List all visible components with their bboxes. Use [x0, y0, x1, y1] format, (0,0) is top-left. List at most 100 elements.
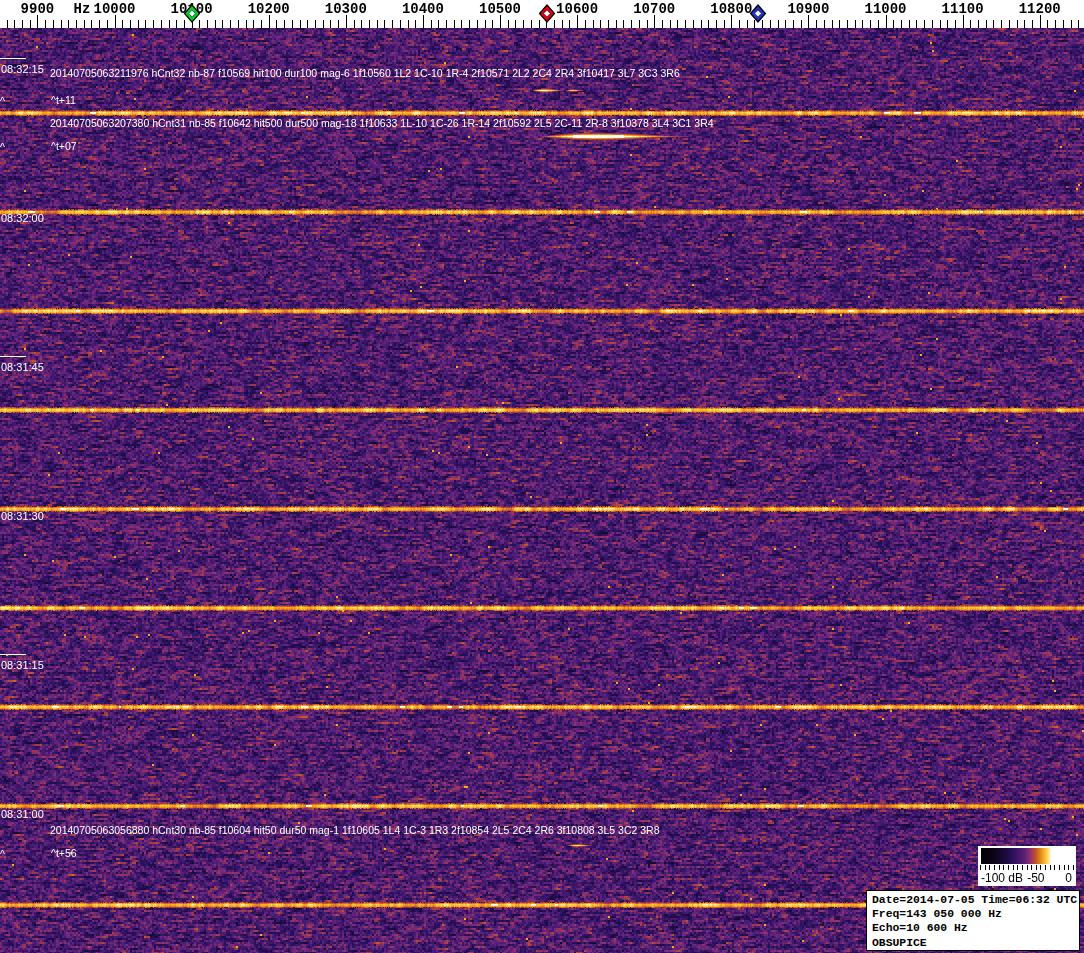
ruler-tick: [639, 20, 640, 28]
spectrogram-canvas[interactable]: [0, 28, 1084, 953]
ruler-tick: [276, 20, 277, 28]
ruler-tick: [993, 20, 994, 28]
ruler-tick: [739, 20, 740, 28]
ruler-tick: [778, 20, 779, 28]
ruler-tick: [677, 20, 678, 28]
ruler-tick: [631, 20, 632, 28]
ruler-tick: [261, 20, 262, 28]
ruler-tick: [839, 20, 840, 28]
frequency-label: 10600: [556, 1, 598, 17]
ruler-tick: [392, 20, 393, 28]
ruler-tick: [323, 20, 324, 28]
ruler-tick: [107, 20, 108, 28]
ruler-tick: [608, 20, 609, 28]
ruler-tick: [246, 20, 247, 28]
info-echo: Echo=10 600 Hz: [872, 921, 1079, 935]
frequency-label: 10500: [479, 1, 521, 17]
ruler-tick: [947, 20, 948, 28]
ruler-tick: [161, 20, 162, 28]
ruler-tick: [76, 20, 77, 28]
ruler-tick: [855, 20, 856, 28]
frequency-label: 10200: [248, 1, 290, 17]
ruler-tick: [284, 20, 285, 28]
frequency-label: 10400: [402, 1, 444, 17]
ruler-tick: [924, 20, 925, 28]
ruler-tick: [670, 20, 671, 28]
ruler-tick: [1055, 20, 1056, 28]
ruler-tick: [1001, 20, 1002, 28]
ruler-tick: [747, 20, 748, 28]
ruler-tick: [130, 20, 131, 28]
ruler-tick: [770, 20, 771, 28]
ruler-tick: [647, 20, 648, 28]
ruler-tick: [901, 20, 902, 28]
frequency-label: 10000: [93, 1, 135, 17]
ruler-tick: [477, 20, 478, 28]
green-marker-diamond-icon[interactable]: [183, 4, 200, 27]
db-label-mid: -50: [1027, 871, 1044, 885]
ruler-tick: [461, 20, 462, 28]
ruler-tick: [716, 20, 717, 28]
ruler-tick: [292, 20, 293, 28]
frequency-label: 10800: [710, 1, 752, 17]
ruler-tick: [1071, 20, 1072, 28]
ruler-tick: [454, 20, 455, 28]
ruler-tick: [415, 20, 416, 28]
ruler-tick: [30, 20, 31, 28]
frequency-ruler[interactable]: 9900100001010010200103001040010500106001…: [0, 0, 1084, 28]
ruler-tick: [870, 20, 871, 28]
ruler-tick: [400, 20, 401, 28]
db-scale-legend: -100 dB -50 0: [978, 846, 1076, 886]
db-gradient-bar: [981, 848, 1075, 864]
blue-marker-diamond-icon[interactable]: [750, 4, 767, 27]
ruler-tick: [492, 20, 493, 28]
ruler-tick: [685, 20, 686, 28]
ruler-tick: [1047, 20, 1048, 28]
ruler-tick: [785, 20, 786, 28]
ruler-tick: [878, 20, 879, 28]
ruler-tick: [862, 20, 863, 28]
ruler-tick: [377, 20, 378, 28]
ruler-tick: [515, 20, 516, 28]
ruler-tick: [138, 20, 139, 28]
ruler-tick: [978, 20, 979, 28]
ruler-tick: [408, 20, 409, 28]
ruler-tick: [145, 20, 146, 28]
ruler-tick: [893, 20, 894, 28]
ruler-tick: [307, 20, 308, 28]
db-scale-labels: -100 dB -50 0: [978, 870, 1076, 886]
frequency-label: 9900: [21, 1, 55, 17]
spectrogram-app: 9900100001010010200103001040010500106001…: [0, 0, 1084, 953]
ruler-tick: [14, 20, 15, 28]
ruler-tick: [693, 20, 694, 28]
ruler-tick: [701, 20, 702, 28]
ruler-tick: [438, 20, 439, 28]
ruler-tick: [315, 20, 316, 28]
frequency-label: 11200: [1019, 1, 1061, 17]
frequency-label: 10700: [633, 1, 675, 17]
ruler-tick: [970, 20, 971, 28]
ruler-tick: [153, 20, 154, 28]
ruler-tick: [222, 20, 223, 28]
red-marker-diamond-icon[interactable]: [539, 4, 556, 27]
ruler-tick: [847, 20, 848, 28]
ruler-tick: [354, 20, 355, 28]
ruler-tick: [22, 20, 23, 28]
ruler-tick: [662, 20, 663, 28]
ruler-tick: [523, 20, 524, 28]
ruler-tick: [369, 20, 370, 28]
frequency-unit-label: Hz: [74, 1, 91, 17]
ruler-tick: [569, 20, 570, 28]
ruler-tick: [708, 20, 709, 28]
ruler-tick: [338, 20, 339, 28]
ruler-tick: [45, 20, 46, 28]
frequency-label: 10300: [325, 1, 367, 17]
ruler-tick: [122, 20, 123, 28]
ruler-tick: [1024, 20, 1025, 28]
ruler-tick: [1078, 20, 1079, 28]
ruler-tick: [446, 20, 447, 28]
ruler-tick: [824, 20, 825, 28]
ruler-tick: [932, 20, 933, 28]
ruler-tick: [1009, 20, 1010, 28]
ruler-tick: [99, 20, 100, 28]
